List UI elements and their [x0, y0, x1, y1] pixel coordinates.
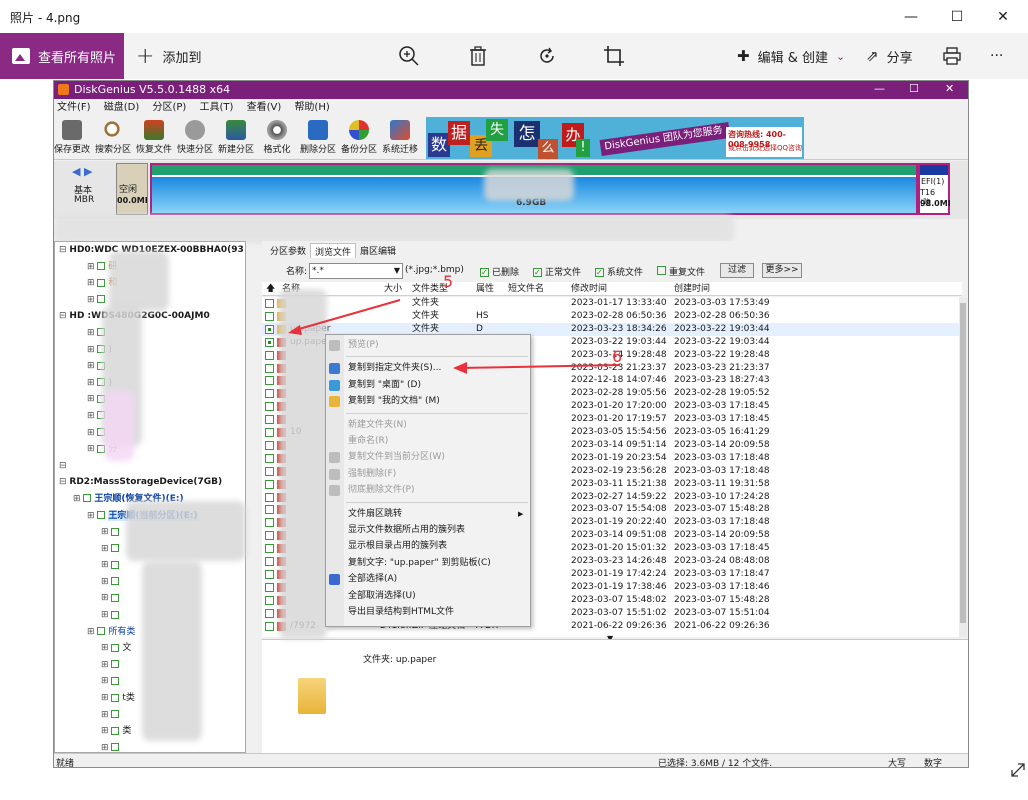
status-bar: 就绪 已选择: 3.6MB / 12 个文件. 大写 数字: [54, 753, 968, 768]
more-button[interactable]: ···: [990, 33, 1003, 79]
close-icon[interactable]: ✕: [980, 0, 1026, 33]
minimize-icon[interactable]: —: [888, 0, 934, 33]
arrow-head-step5: [288, 325, 302, 335]
edit-icon: ✚: [737, 47, 750, 65]
rotate-icon: [540, 47, 554, 63]
plus-icon: +: [136, 43, 155, 69]
viewer-titlebar: 照片 - 4.png — ☐ ✕: [0, 0, 1028, 33]
annotation-layer: [288, 299, 621, 374]
delete-button[interactable]: [468, 33, 488, 79]
status-caps: 大写: [888, 759, 907, 768]
status-selection: 已选择: 3.6MB / 12 个文件.: [658, 759, 773, 768]
rotate-button[interactable]: [536, 33, 558, 79]
more-icon: ···: [990, 48, 1004, 64]
chevron-down-icon: ⌄: [835, 49, 846, 63]
add-to-label: 添加到: [162, 50, 202, 66]
diskgenius-window: DiskGenius V5.5.0.1488 x64 — ☐ ✕ 文件(F) 磁…: [53, 80, 969, 768]
step6-label: 6: [612, 347, 623, 366]
zoom-in-icon: [399, 46, 419, 66]
maximize-icon[interactable]: ☐: [934, 0, 980, 33]
arrow-step5: [291, 299, 401, 332]
share-label: 分享: [886, 50, 913, 66]
photos-icon: [12, 48, 30, 64]
zoom-in-button[interactable]: [398, 33, 420, 79]
view-all-label: 查看所有照片: [38, 50, 117, 66]
printer-icon: [943, 47, 961, 65]
arrow-head-step6: [453, 362, 467, 374]
trash-icon: [470, 46, 486, 66]
crop-button[interactable]: [603, 33, 625, 79]
expand-icon[interactable]: [1010, 762, 1025, 777]
crop-icon: [604, 46, 624, 66]
arrow-step6: [458, 364, 621, 369]
share-icon: ⇗: [866, 47, 879, 65]
step5-label: 5: [443, 272, 454, 291]
status-num: 数字: [924, 759, 943, 768]
view-all-photos-button[interactable]: 查看所有照片: [0, 33, 124, 79]
share-button[interactable]: ⇗ 分享: [866, 33, 913, 79]
add-to-button[interactable]: + 添加到: [136, 33, 201, 79]
status-ready: 就绪: [56, 759, 75, 768]
edit-create-label: 编辑 & 创建: [757, 50, 828, 66]
print-button[interactable]: [943, 33, 961, 79]
edit-create-button[interactable]: ✚ 编辑 & 创建 ⌄: [737, 33, 845, 79]
viewer-title: 照片 - 4.png: [10, 11, 81, 25]
viewer-toolbar: 查看所有照片 + 添加到 ✚ 编辑 & 创建 ⌄ ⇗ 分享 ···: [0, 33, 1028, 79]
